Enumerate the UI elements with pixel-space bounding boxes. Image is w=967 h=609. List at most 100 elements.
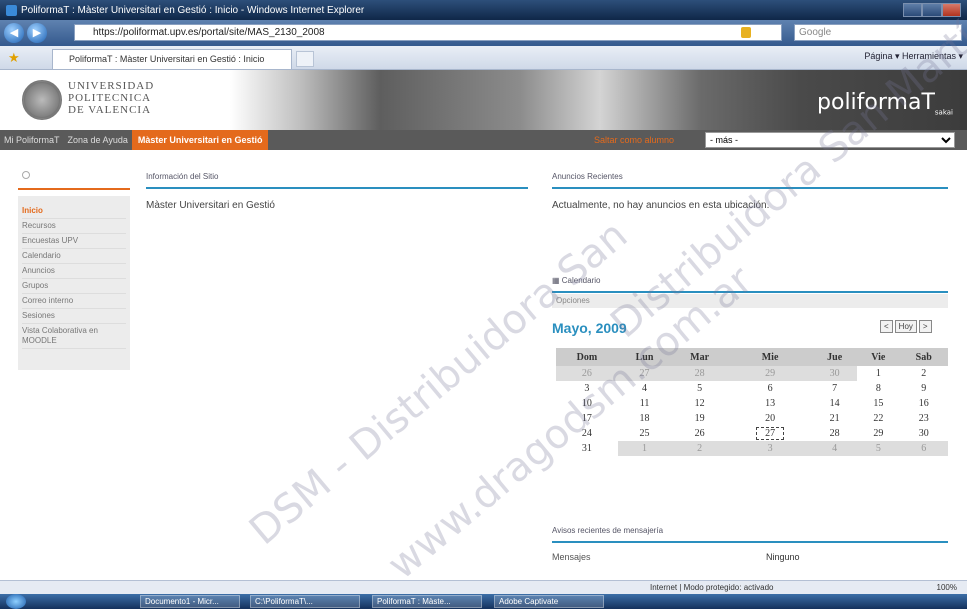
address-toolbar: ◀ ▶ https://poliformat.upv.es/portal/sit… — [0, 20, 967, 46]
calendar-day[interactable]: 13 — [728, 396, 812, 411]
tool-menu-item[interactable]: Encuestas UPV — [22, 234, 126, 249]
maximize-button[interactable] — [922, 3, 942, 17]
window-controls — [903, 3, 961, 17]
calendar-day-header: Vie — [857, 348, 900, 366]
calendar-day[interactable]: 16 — [899, 396, 948, 411]
calendar-day[interactable]: 30 — [812, 366, 858, 381]
url-text: https://poliformat.upv.es/portal/site/MA… — [93, 27, 325, 38]
calendar-day[interactable]: 18 — [618, 411, 671, 426]
calendar-day[interactable]: 26 — [556, 366, 618, 381]
tool-menu: Inicio Recursos Encuestas UPV Calendario Anu… — [18, 196, 130, 370]
calendar-day[interactable]: 29 — [857, 426, 899, 441]
calendar-day[interactable]: 28 — [671, 366, 728, 381]
calendar-day-header: Mar — [671, 348, 728, 366]
messages-label: Mensajes — [552, 552, 591, 562]
calendar-day[interactable]: 29 — [728, 366, 813, 381]
calendar-day[interactable]: 26 — [671, 426, 728, 441]
calendar-day[interactable]: 12 — [671, 396, 728, 411]
calendar-day[interactable]: 21 — [812, 411, 857, 426]
calendar-day[interactable]: 27 — [617, 366, 672, 381]
browser-tab[interactable]: PoliformaT : Màster Universitari en Gest… — [52, 49, 292, 69]
calendar-day[interactable]: 25 — [618, 426, 671, 441]
lock-icon[interactable] — [741, 27, 751, 38]
minimize-button[interactable] — [903, 3, 923, 17]
tool-menu-header — [18, 162, 130, 190]
start-button[interactable] — [6, 594, 26, 609]
calendar-day[interactable]: 6 — [899, 441, 948, 456]
tool-menu-item[interactable]: Inicio — [22, 204, 126, 219]
calendar-day[interactable]: 24 — [556, 426, 618, 441]
tool-menu-item[interactable]: Grupos — [22, 279, 126, 294]
calendar-day[interactable]: 23 — [899, 411, 948, 426]
calendar-day[interactable]: 10 — [556, 396, 618, 411]
calendar-day[interactable]: 2 — [671, 441, 728, 456]
task-3[interactable]: PoliformaT : Màste... — [372, 595, 482, 608]
more-sites-select[interactable]: - más - — [705, 132, 955, 148]
calendar-day[interactable]: 9 — [899, 381, 948, 396]
calendar-day[interactable]: 19 — [671, 411, 728, 426]
tool-menu-item[interactable]: Vista Colaborativa en MOODLE — [22, 324, 126, 349]
task-4[interactable]: Adobe Captivate — [494, 595, 604, 608]
calendar-day-header: Jue — [812, 348, 858, 366]
tool-menu-item[interactable]: Sesiones — [22, 309, 126, 324]
calendar-header: ▦ Calendario — [552, 276, 948, 293]
close-button[interactable] — [941, 3, 961, 17]
prev-month-button[interactable]: < — [880, 320, 893, 333]
site-tab-current[interactable]: Màster Universitari en Gestió — [131, 130, 269, 150]
task-2[interactable]: C:\PoliformaT\... — [250, 595, 360, 608]
calendar-day[interactable]: 4 — [812, 441, 858, 456]
calendar-day[interactable]: 1 — [857, 366, 899, 381]
calendar-day[interactable]: 8 — [857, 381, 899, 396]
calendar-day[interactable]: 7 — [812, 381, 857, 396]
site-tab-help[interactable]: Zona de Ayuda — [64, 135, 132, 145]
announcements-header: Anuncios Recientes — [552, 172, 948, 189]
calendar-day[interactable]: 3 — [556, 381, 618, 396]
command-bar[interactable]: Página ▾ Herramientas ▾ — [864, 51, 963, 62]
tool-menu-item[interactable]: Recursos — [22, 219, 126, 234]
calendar-day[interactable]: 28 — [812, 426, 857, 441]
site-banner: UNIVERSIDAD POLITECNICA DE VALENCIA poli… — [0, 70, 967, 130]
calendar-day[interactable]: 20 — [728, 411, 812, 426]
calendar-day[interactable]: 15 — [857, 396, 899, 411]
calendar-day[interactable]: 5 — [671, 381, 728, 396]
calendar-nav: < Hoy > — [880, 320, 932, 333]
calendar-day[interactable]: 1 — [617, 441, 672, 456]
calendar-day[interactable]: 4 — [618, 381, 671, 396]
tool-menu-item[interactable]: Correo interno — [22, 294, 126, 309]
site-info-body: Màster Universitari en Gestió — [146, 200, 275, 211]
calendar-day[interactable]: 14 — [812, 396, 857, 411]
next-month-button[interactable]: > — [918, 320, 932, 333]
switch-role-link[interactable]: Saltar como alumno — [594, 135, 674, 145]
tool-menu-item[interactable]: Anuncios — [22, 264, 126, 279]
calendar-day[interactable]: 17 — [556, 411, 618, 426]
calendar-day-header: Mie — [728, 348, 813, 366]
calendar-today[interactable]: 27 — [728, 426, 812, 441]
site-tab-mypoliformat[interactable]: Mi PoliformaT — [0, 135, 64, 145]
calendar-day[interactable]: 22 — [857, 411, 899, 426]
calendar-month-title: Mayo, 2009 — [552, 320, 627, 336]
calendar-day[interactable]: 30 — [899, 426, 948, 441]
search-input[interactable]: Google — [794, 24, 962, 41]
reset-icon[interactable] — [22, 171, 30, 179]
new-tab-button[interactable] — [296, 51, 314, 67]
address-input[interactable]: https://poliformat.upv.es/portal/site/MA… — [74, 24, 782, 41]
back-icon[interactable]: ◀ — [4, 23, 24, 43]
calendar-day[interactable]: 31 — [556, 441, 618, 456]
calendar-day-header: Sab — [899, 348, 948, 366]
forward-icon[interactable]: ▶ — [27, 23, 47, 43]
announcements-body: Actualmente, no hay anuncios en esta ubi… — [552, 200, 770, 211]
task-1[interactable]: Documento1 - Micr... — [140, 595, 240, 608]
calendar-day[interactable]: 2 — [899, 366, 948, 381]
calendar-day[interactable]: 6 — [728, 381, 812, 396]
security-zone[interactable]: Internet | Modo protegido: activado — [650, 583, 774, 592]
calendar-day[interactable]: 5 — [857, 441, 900, 456]
calendar-grid: Dom Lun Mar Mie Jue Vie Sab 26 27 28 29 30 1 2 3 4 5 6 7 8 9… — [556, 348, 948, 456]
zoom-level[interactable]: 100% — [937, 583, 957, 592]
tool-menu-item[interactable]: Calendario — [22, 249, 126, 264]
favorites-star-icon[interactable]: ★ — [8, 50, 20, 66]
calendar-options-link[interactable]: Opciones — [552, 294, 948, 308]
calendar-day[interactable]: 3 — [728, 441, 813, 456]
university-seal-icon — [22, 80, 62, 120]
calendar-day[interactable]: 11 — [618, 396, 671, 411]
today-button[interactable]: Hoy — [894, 320, 917, 333]
